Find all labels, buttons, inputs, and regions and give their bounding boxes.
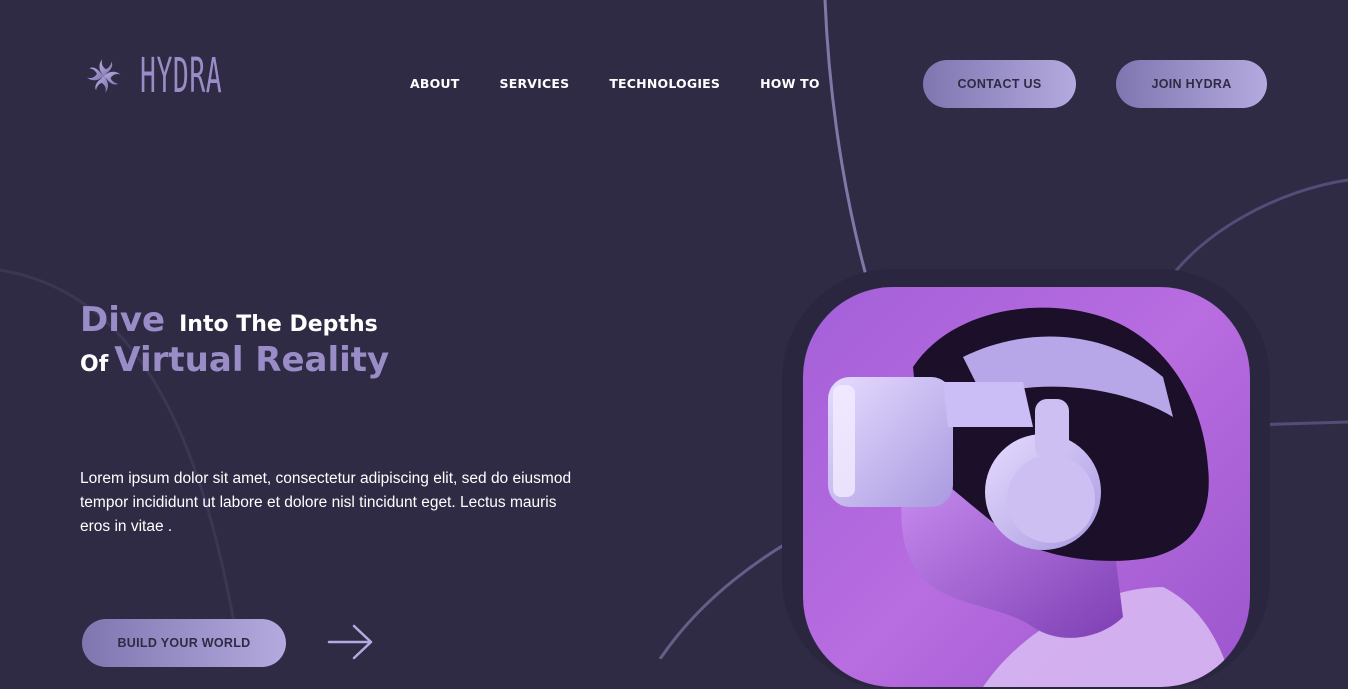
hero-title-depths: Into The Depths — [179, 312, 378, 337]
hero-title-virtual-reality: Virtual Reality — [114, 340, 390, 380]
hero-title-dive: Dive — [80, 300, 166, 340]
brand-name: HYDRA — [139, 48, 222, 104]
build-your-world-button[interactable]: BUILD YOUR WORLD — [82, 619, 286, 667]
main-navigation: ABOUT SERVICES TECHNOLOGIES HOW TO — [410, 76, 860, 91]
join-hydra-button[interactable]: JOIN HYDRA — [1116, 60, 1267, 108]
hero-description: Lorem ipsum dolor sit amet, consectetur … — [80, 469, 572, 535]
hero-title: Dive Into The Depths Of Virtual Reality — [80, 300, 389, 380]
nav-item-technologies[interactable]: TECHNOLOGIES — [609, 76, 720, 91]
nav-item-how-to[interactable]: HOW TO — [760, 76, 820, 91]
vr-headset-person-photo — [803, 287, 1250, 687]
contact-us-button[interactable]: CONTACT US — [923, 60, 1076, 108]
arrow-right-icon[interactable] — [326, 622, 376, 662]
hero-title-of: Of — [80, 352, 109, 377]
hydra-swirl-logo-icon — [87, 59, 121, 93]
nav-item-services[interactable]: SERVICES — [500, 76, 570, 91]
nav-item-about[interactable]: ABOUT — [410, 76, 460, 91]
brand-logo[interactable]: HYDRA — [84, 22, 289, 130]
